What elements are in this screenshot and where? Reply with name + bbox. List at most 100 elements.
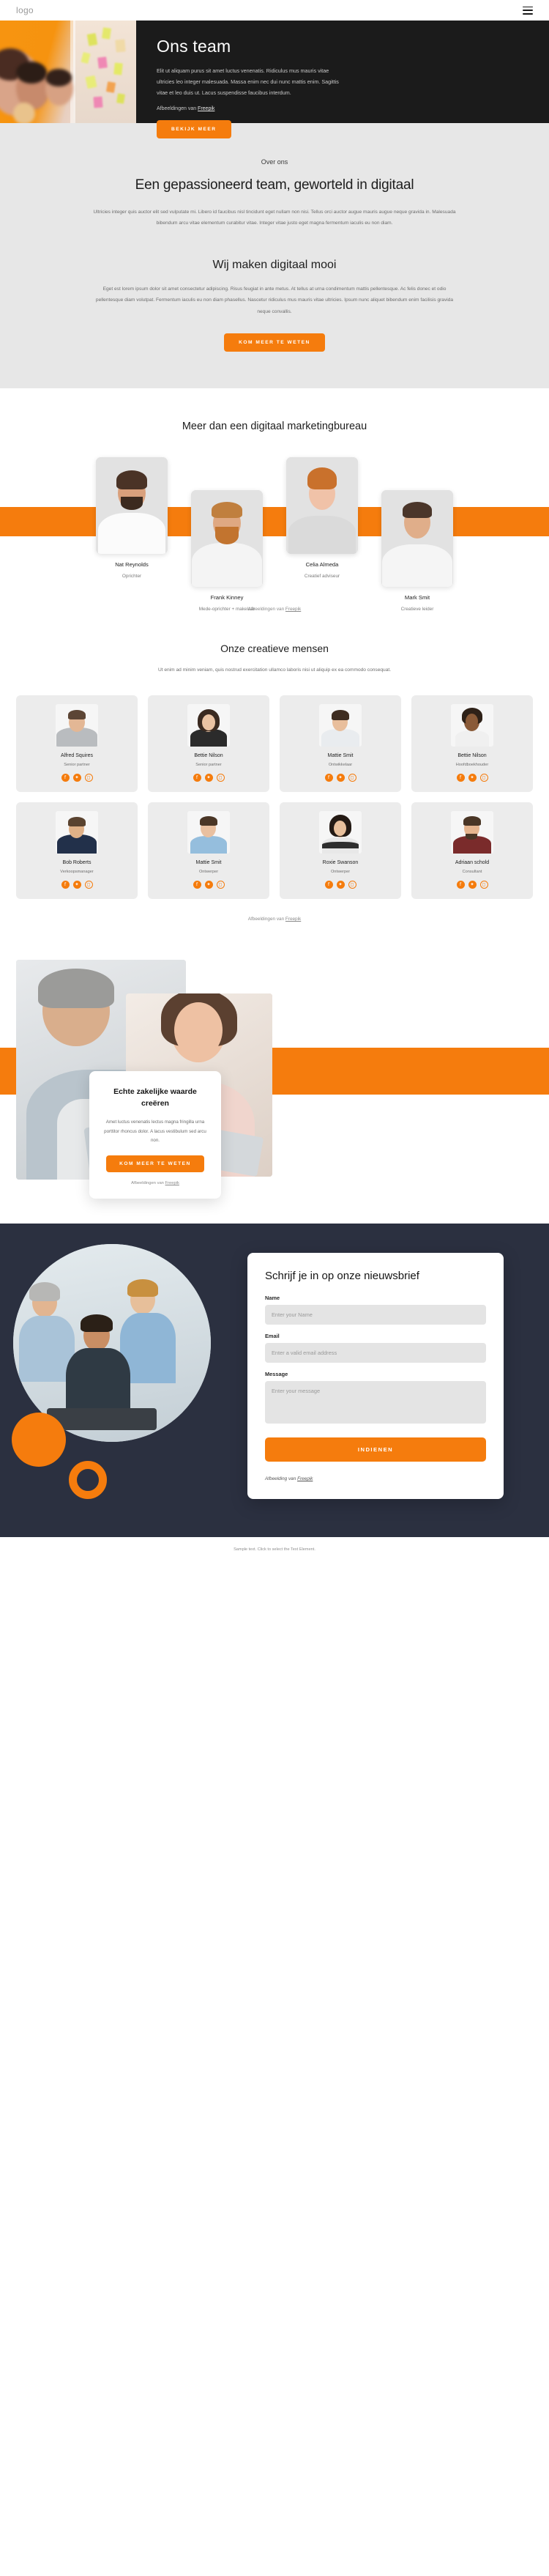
- facebook-icon[interactable]: f: [456, 773, 465, 782]
- facebook-icon[interactable]: f: [193, 773, 201, 782]
- person-card[interactable]: Bob Roberts Verkoopsmanager f ✦ ◻: [16, 802, 138, 899]
- person-avatar: [187, 810, 230, 854]
- instagram-icon[interactable]: ◻: [348, 880, 356, 889]
- newsletter-credit: Afbeelding van Freepik: [265, 1476, 486, 1481]
- person-name: Roxie Swanson: [322, 859, 359, 865]
- person-role: Senior partner: [64, 762, 90, 767]
- creatives-title: Onze creatieve mensen: [220, 643, 329, 655]
- leadteam-role: Creatieve leider: [400, 607, 434, 612]
- leadteam-member[interactable]: Frank Kinney Mede-oprichter + makelaar: [191, 490, 263, 612]
- message-field-label: Message: [265, 1371, 288, 1378]
- site-logo[interactable]: logo: [16, 5, 34, 15]
- page-root: logo Ons team Elit ut aliquam purus sit …: [0, 0, 549, 1564]
- twitter-icon[interactable]: ✦: [204, 773, 213, 782]
- facebook-icon[interactable]: f: [61, 880, 70, 889]
- instagram-icon[interactable]: ◻: [348, 773, 356, 782]
- twitter-icon[interactable]: ✦: [468, 880, 477, 889]
- person-card[interactable]: Mattie Smit Ontwerper f ✦ ◻: [148, 802, 269, 899]
- person-card[interactable]: Bettie Nilson Hoofdboekhouder f ✦ ◻: [411, 695, 533, 792]
- message-textarea[interactable]: [265, 1381, 486, 1424]
- instagram-icon[interactable]: ◻: [216, 773, 225, 782]
- value-card: Echte zakelijke waarde creëren Amet luct…: [89, 1070, 221, 1199]
- about-title: Een gepassioneerd team, geworteld in dig…: [135, 177, 414, 193]
- person-avatar: [319, 810, 362, 854]
- leadteam-title: Meer dan een digitaal marketingbureau: [182, 421, 367, 433]
- social-links: f ✦ ◻: [154, 880, 264, 889]
- person-avatar: [56, 703, 98, 747]
- twitter-icon[interactable]: ✦: [72, 773, 81, 782]
- value-title: Echte zakelijke waarde creëren: [113, 1087, 197, 1109]
- creatives-credit: Afbeeldingen van Freepik: [0, 917, 549, 922]
- leadteam-member[interactable]: Nat Reynolds Oprichter: [96, 457, 168, 612]
- person-role: Senior partner: [195, 762, 222, 767]
- about-sub-paragraph: Eget est lorem ipsum dolor sit amet cons…: [95, 286, 454, 314]
- hero-credit-link[interactable]: Freepik: [198, 106, 214, 111]
- leadteam-role: Mede-oprichter + makelaar: [198, 607, 255, 612]
- value-credit-link[interactable]: Freepik: [165, 1181, 179, 1185]
- instagram-icon[interactable]: ◻: [216, 880, 225, 889]
- social-links: f ✦ ◻: [285, 773, 395, 782]
- newsletter-image: [13, 1243, 211, 1442]
- value-cta-button[interactable]: KOM MEER TE WETEN: [106, 1155, 204, 1172]
- newsletter-credit-prefix: Afbeelding van: [265, 1476, 298, 1482]
- leadteam-role: Oprichter: [122, 574, 142, 580]
- facebook-icon[interactable]: f: [193, 880, 201, 889]
- creatives-credit-prefix: Afbeeldingen van: [247, 916, 285, 922]
- leadteam-member[interactable]: Celia Almeda Creatief adviseur: [286, 457, 358, 612]
- email-input[interactable]: [265, 1343, 486, 1363]
- person-name: Mattie Smit: [195, 859, 222, 865]
- hero-cta-button[interactable]: BEKIJK MEER: [157, 120, 231, 139]
- person-name: Alfred Squires: [61, 752, 93, 758]
- instagram-icon[interactable]: ◻: [479, 880, 488, 889]
- twitter-icon[interactable]: ✦: [72, 880, 81, 889]
- facebook-icon[interactable]: f: [456, 880, 465, 889]
- person-name: Bettie Nilson: [194, 752, 223, 758]
- social-links: f ✦ ◻: [285, 880, 395, 889]
- facebook-icon[interactable]: f: [61, 773, 70, 782]
- leadteam-member[interactable]: Mark Smit Creatieve leider: [381, 490, 453, 612]
- email-field-label: Email: [265, 1333, 280, 1340]
- hero-title: Ons team: [157, 37, 231, 56]
- person-card[interactable]: Adriaan schold Consultant f ✦ ◻: [411, 802, 533, 899]
- social-links: f ✦ ◻: [22, 773, 132, 782]
- decorative-ring: [69, 1461, 107, 1500]
- about-cta-button[interactable]: KOM MEER TE WETEN: [224, 333, 325, 352]
- twitter-icon[interactable]: ✦: [204, 880, 213, 889]
- instagram-icon[interactable]: ◻: [479, 773, 488, 782]
- instagram-icon[interactable]: ◻: [84, 773, 93, 782]
- newsletter-credit-link[interactable]: Freepik: [297, 1476, 313, 1481]
- twitter-icon[interactable]: ✦: [336, 773, 345, 782]
- person-card[interactable]: Bettie Nilson Senior partner f ✦ ◻: [148, 695, 269, 792]
- leadteam-name: Mark Smit: [404, 594, 430, 602]
- value-paragraph: Amet luctus venenatis lectus magna fring…: [104, 1119, 206, 1143]
- person-card[interactable]: Roxie Swanson Ontwerper f ✦ ◻: [280, 802, 401, 899]
- submit-button[interactable]: INDIENEN: [265, 1437, 486, 1462]
- hamburger-menu-icon[interactable]: [523, 6, 533, 15]
- about-sub-title: Wij maken digitaal mooi: [212, 258, 337, 271]
- footer-text[interactable]: Sample text. Click to select the Text El…: [234, 1547, 315, 1552]
- twitter-icon[interactable]: ✦: [468, 773, 477, 782]
- instagram-icon[interactable]: ◻: [84, 880, 93, 889]
- twitter-icon[interactable]: ✦: [336, 880, 345, 889]
- facebook-icon[interactable]: f: [324, 880, 333, 889]
- person-avatar: [451, 703, 493, 747]
- name-input[interactable]: [265, 1305, 486, 1325]
- social-links: f ✦ ◻: [154, 773, 264, 782]
- creatives-credit-link[interactable]: Freepik: [285, 917, 301, 922]
- about-section: Over ons Een gepassioneerd team, geworte…: [0, 123, 549, 389]
- social-links: f ✦ ◻: [417, 880, 527, 889]
- person-card[interactable]: Alfred Squires Senior partner f ✦ ◻: [16, 695, 138, 792]
- value-section: Echte zakelijke waarde creëren Amet luct…: [0, 944, 549, 1224]
- value-credit-prefix: Afbeeldingen van: [131, 1180, 165, 1185]
- person-role: Ontwerper: [330, 869, 351, 874]
- social-links: f ✦ ◻: [417, 773, 527, 782]
- facebook-icon[interactable]: f: [324, 773, 333, 782]
- person-card[interactable]: Mattie Smit Ontwikkelaar f ✦ ◻: [280, 695, 401, 792]
- person-avatar: [451, 810, 493, 854]
- leadteam-row: Nat Reynolds Oprichter Frank Kinney Mede…: [0, 457, 549, 612]
- value-credit: Afbeeldingen van Freepik: [104, 1181, 206, 1185]
- site-footer: Sample text. Click to select the Text El…: [0, 1537, 549, 1564]
- person-role: Ontwerper: [198, 869, 219, 874]
- creatives-paragraph: Ut enim ad minim veniam, quis nostrud ex…: [157, 667, 392, 673]
- person-name: Mattie Smit: [327, 752, 354, 758]
